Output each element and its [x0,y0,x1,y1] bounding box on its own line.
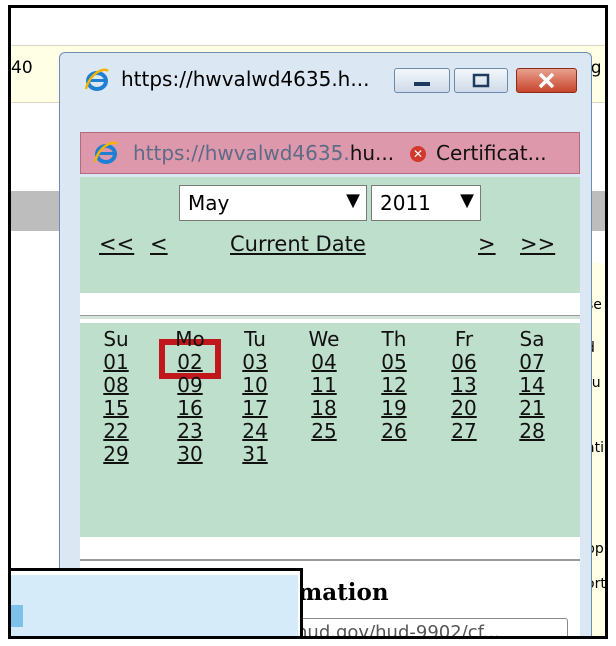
calendar-day[interactable]: 29 [96,442,136,466]
calendar-day[interactable]: 02 [170,350,210,374]
minimize-icon [414,82,430,86]
calendar-day[interactable]: 13 [444,373,484,397]
prev-month-link[interactable]: < [150,232,168,256]
month-select[interactable]: May ▼ [179,185,367,221]
calendar-day[interactable]: 31 [235,442,275,466]
calendar-day[interactable]: 23 [170,419,210,443]
calendar-day[interactable]: 12 [374,373,414,397]
screenshot-frame: 40 rg se d ru ati r pp ort https://hwval… [8,5,608,639]
calendar-day[interactable]: 09 [170,373,210,397]
window-title: https://hwvalwd4635.h... [121,67,370,91]
calendar-day[interactable]: 15 [96,396,136,420]
calendar-day[interactable]: 17 [235,396,275,420]
window-titlebar[interactable]: https://hwvalwd4635.h... [60,53,591,97]
close-icon [538,72,555,89]
certificate-error-icon[interactable]: ✕ [410,146,426,162]
calendar-day[interactable]: 10 [235,373,275,397]
calendar-day[interactable]: 11 [304,373,344,397]
month-value: May [188,191,230,215]
calendar-day[interactable]: 26 [374,419,414,443]
next-month-link[interactable]: > [478,232,496,256]
ie-icon [93,141,118,164]
address-url-domain: hu... [349,141,395,165]
calendar-day[interactable]: 21 [512,396,552,420]
calendar-divider [80,315,580,320]
calendar-day[interactable]: 04 [304,350,344,374]
ie-icon [84,68,109,91]
chevron-down-icon: ▼ [460,190,474,211]
calendar-day[interactable]: 07 [512,350,552,374]
calendar-day[interactable]: 01 [96,350,136,374]
overlay-panel [11,568,303,636]
next-year-link[interactable]: >> [520,232,555,256]
calendar-day[interactable]: 08 [96,373,136,397]
certificate-error-label[interactable]: Certificat... [436,141,547,165]
calendar-day[interactable]: 30 [170,442,210,466]
close-button[interactable] [516,68,577,93]
calendar-day[interactable]: 19 [374,396,414,420]
calendar-day[interactable]: 06 [444,350,484,374]
prev-year-link[interactable]: << [99,232,134,256]
maximize-button[interactable] [454,68,508,93]
year-select[interactable]: 2011 ▼ [371,185,481,221]
calendar-day[interactable]: 20 [444,396,484,420]
debug-divider [80,559,580,561]
weekday-header: Mo [175,327,205,351]
calendar-day[interactable]: 25 [304,419,344,443]
calendar-day[interactable]: 14 [512,373,552,397]
weekday-header: Th [381,327,407,351]
calendar-day[interactable]: 03 [235,350,275,374]
calendar-grid: Su Mo Tu We Th Fr Sa 01 02 03 04 05 06 07 08 09 10 11 12 13… [80,323,580,537]
maximize-icon [472,73,490,88]
address-bar[interactable]: https://hwvalwd4635.hu... ✕ Certificat..… [80,132,580,174]
weekday-header: Su [103,327,129,351]
minimize-button[interactable] [394,68,450,93]
calendar-day[interactable]: 22 [96,419,136,443]
year-value: 2011 [380,191,431,215]
address-url-prefix: https://hwvalwd4635. [133,141,350,165]
calendar-day[interactable]: 05 [374,350,414,374]
calendar-header: May ▼ 2011 ▼ << < Current Date > >> [80,177,580,293]
calendar-day[interactable]: 16 [170,396,210,420]
address-url: https://hwvalwd4635.hu... [133,141,394,165]
weekday-header: Fr [454,327,474,351]
chevron-down-icon: ▼ [346,190,360,211]
overlay-panel-fill [11,575,298,636]
weekday-header: Tu [244,327,266,351]
overlay-accent-mark [11,605,23,627]
calendar-day[interactable]: 27 [444,419,484,443]
background-text-left: 40 [11,58,33,78]
calendar-day[interactable]: 18 [304,396,344,420]
calendar-popup-window: https://hwvalwd4635.h... https://hwvalwd… [59,52,592,636]
weekday-header: Sa [519,327,545,351]
current-date-link[interactable]: Current Date [230,232,366,256]
calendar-day[interactable]: 24 [235,419,275,443]
weekday-header: We [308,327,340,351]
calendar-day[interactable]: 28 [512,419,552,443]
